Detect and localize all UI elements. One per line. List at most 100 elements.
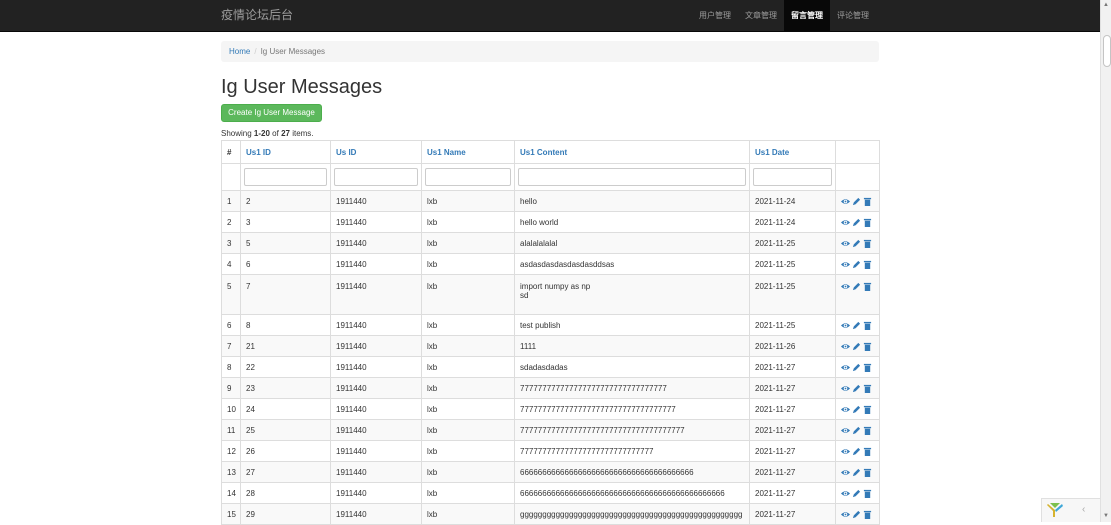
header-us-id[interactable]: Us ID xyxy=(330,140,422,164)
eye-icon[interactable] xyxy=(841,447,850,456)
trash-icon[interactable] xyxy=(863,510,872,519)
eye-icon[interactable] xyxy=(841,405,850,414)
trash-icon[interactable] xyxy=(863,363,872,372)
row-actions xyxy=(841,239,874,248)
trash-icon[interactable] xyxy=(863,321,872,330)
breadcrumb-home-link[interactable]: Home xyxy=(229,47,250,56)
pencil-icon[interactable] xyxy=(852,468,861,477)
sort-us1-content-link[interactable]: Us1 Content xyxy=(520,148,567,157)
sort-us1-date-link[interactable]: Us1 Date xyxy=(755,148,789,157)
cell-us1-name: lxb xyxy=(421,398,515,420)
row-serial: 15 xyxy=(221,503,241,525)
filter-us1-name-cell xyxy=(421,163,515,191)
scrollbar-thumb[interactable] xyxy=(1103,35,1111,67)
pencil-icon[interactable] xyxy=(852,260,861,269)
pencil-icon[interactable] xyxy=(852,197,861,206)
trash-icon[interactable] xyxy=(863,384,872,393)
filter-us1-id-input[interactable] xyxy=(244,168,327,186)
header-us1-content[interactable]: Us1 Content xyxy=(514,140,750,164)
eye-icon[interactable] xyxy=(841,342,850,351)
cell-us-id: 1911440 xyxy=(330,274,422,315)
eye-icon[interactable] xyxy=(841,321,850,330)
sort-us1-name-link[interactable]: Us1 Name xyxy=(427,148,466,157)
filter-us-id-cell xyxy=(330,163,422,191)
summary-prefix: Showing xyxy=(221,129,254,138)
pencil-icon[interactable] xyxy=(852,342,861,351)
cell-us1-name: lxb xyxy=(421,377,515,399)
sort-us-id-link[interactable]: Us ID xyxy=(336,148,356,157)
summary-mid: of xyxy=(269,129,282,138)
trash-icon[interactable] xyxy=(863,447,872,456)
eye-icon[interactable] xyxy=(841,239,850,248)
cell-us1-id: 29 xyxy=(240,503,331,525)
trash-icon[interactable] xyxy=(863,260,872,269)
nav-item-messages[interactable]: 留言管理 xyxy=(784,0,830,31)
header-us1-name[interactable]: Us1 Name xyxy=(421,140,515,164)
row-actions xyxy=(841,384,874,393)
vertical-scrollbar[interactable]: ▲ ▼ xyxy=(1100,0,1111,522)
cell-us1-date: 2021-11-27 xyxy=(749,356,836,378)
cell-us-id: 1911440 xyxy=(330,503,422,525)
header-us1-id[interactable]: Us1 ID xyxy=(240,140,331,164)
eye-icon[interactable] xyxy=(841,282,850,291)
eye-icon[interactable] xyxy=(841,197,850,206)
toolbar-collapse-icon[interactable]: ‹ xyxy=(1082,504,1085,515)
header-us1-date[interactable]: Us1 Date xyxy=(749,140,836,164)
pencil-icon[interactable] xyxy=(852,510,861,519)
cell-us1-name: lxb xyxy=(421,190,515,212)
eye-icon[interactable] xyxy=(841,384,850,393)
filter-us1-name-input[interactable] xyxy=(425,168,511,186)
pencil-icon[interactable] xyxy=(852,426,861,435)
cell-us1-date: 2021-11-27 xyxy=(749,482,836,504)
sort-us1-id-link[interactable]: Us1 ID xyxy=(246,148,271,157)
pencil-icon[interactable] xyxy=(852,489,861,498)
eye-icon[interactable] xyxy=(841,510,850,519)
nav-item-users[interactable]: 用户管理 xyxy=(692,0,738,31)
brand-title[interactable]: 疫情论坛后台 xyxy=(221,0,293,31)
pencil-icon[interactable] xyxy=(852,239,861,248)
filter-us1-content-input[interactable] xyxy=(518,168,746,186)
scroll-down-arrow-icon[interactable]: ▼ xyxy=(1103,513,1109,519)
row-actions xyxy=(841,405,874,414)
cell-us1-date: 2021-11-24 xyxy=(749,211,836,233)
table-row: 4 6 1911440 lxb asdasdasdasdasdasddsas 2021-1… xyxy=(221,253,880,275)
trash-icon[interactable] xyxy=(863,218,872,227)
trash-icon[interactable] xyxy=(863,239,872,248)
trash-icon[interactable] xyxy=(863,468,872,477)
eye-icon[interactable] xyxy=(841,426,850,435)
cell-us1-date: 2021-11-25 xyxy=(749,314,836,336)
nav-item-articles[interactable]: 文章管理 xyxy=(738,0,784,31)
trash-icon[interactable] xyxy=(863,426,872,435)
debug-toolbar[interactable]: ‹ xyxy=(1041,498,1100,522)
trash-icon[interactable] xyxy=(863,342,872,351)
table-row: 2 3 1911440 lxb hello world 2021-11-24 xyxy=(221,211,880,233)
eye-icon[interactable] xyxy=(841,468,850,477)
nav-item-comments[interactable]: 评论管理 xyxy=(830,0,876,31)
row-actions xyxy=(841,510,874,519)
create-message-button[interactable]: Create Ig User Message xyxy=(221,104,322,122)
pencil-icon[interactable] xyxy=(852,363,861,372)
breadcrumb-separator: / xyxy=(254,47,257,56)
pencil-icon[interactable] xyxy=(852,282,861,291)
trash-icon[interactable] xyxy=(863,197,872,206)
filter-us-id-input[interactable] xyxy=(334,168,418,186)
table-row: 13 27 1911440 lxb 66666666666666666666666666… xyxy=(221,461,880,483)
row-actions xyxy=(841,260,874,269)
eye-icon[interactable] xyxy=(841,260,850,269)
cell-us1-id: 8 xyxy=(240,314,331,336)
trash-icon[interactable] xyxy=(863,489,872,498)
eye-icon[interactable] xyxy=(841,363,850,372)
eye-icon[interactable] xyxy=(841,218,850,227)
pencil-icon[interactable] xyxy=(852,321,861,330)
yii-logo-icon[interactable] xyxy=(1046,502,1064,518)
eye-icon[interactable] xyxy=(841,489,850,498)
pencil-icon[interactable] xyxy=(852,447,861,456)
pencil-icon[interactable] xyxy=(852,405,861,414)
filter-us1-date-input[interactable] xyxy=(753,168,832,186)
scroll-up-arrow-icon[interactable]: ▲ xyxy=(1103,2,1109,8)
pencil-icon[interactable] xyxy=(852,384,861,393)
pencil-icon[interactable] xyxy=(852,218,861,227)
trash-icon[interactable] xyxy=(863,405,872,414)
cell-us1-content: 77777777777777777777777777777777777 xyxy=(514,398,750,420)
trash-icon[interactable] xyxy=(863,282,872,291)
